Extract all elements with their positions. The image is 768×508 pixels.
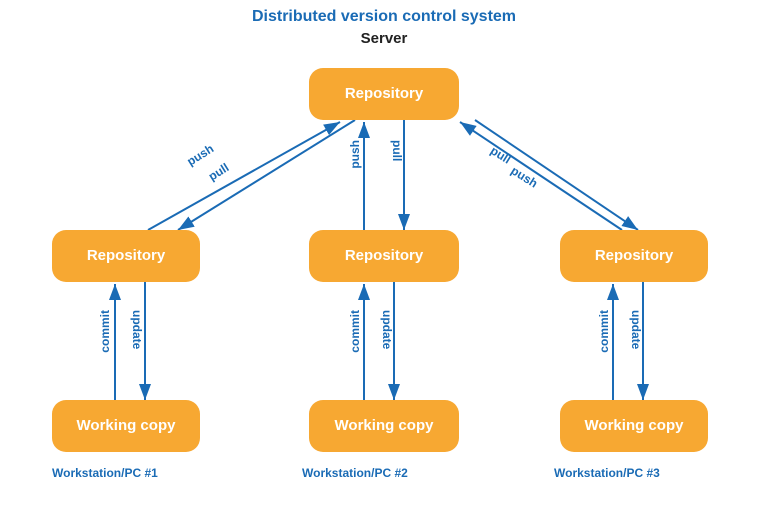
commit-mid-label: commit: [348, 310, 362, 353]
push-left-label: push: [184, 141, 216, 168]
left-repo-node: Repository: [52, 230, 200, 282]
update-mid-label: update: [380, 310, 394, 349]
mid-repo-node: Repository: [309, 230, 459, 282]
commit-right-label: commit: [597, 310, 611, 353]
diagram: Distributed version control system Serve…: [0, 0, 768, 508]
mid-wc-node: Working copy: [309, 400, 459, 452]
push-right-label: push: [508, 163, 540, 190]
ws1-label: Workstation/PC #1: [52, 466, 158, 480]
update-right-label: update: [629, 310, 643, 349]
pull-right-label: pull: [488, 143, 514, 166]
diagram-title: Distributed version control system: [0, 8, 768, 26]
update-left-label: update: [130, 310, 144, 349]
diagram-subtitle: Server: [0, 30, 768, 47]
left-wc-node: Working copy: [52, 400, 200, 452]
server-repo-node: Repository: [309, 68, 459, 120]
commit-left-label: commit: [98, 310, 112, 353]
pull-mid-label: pull: [390, 140, 404, 161]
right-repo-node: Repository: [560, 230, 708, 282]
ws3-label: Workstation/PC #3: [554, 466, 660, 480]
pull-left-label: pull: [206, 160, 232, 183]
right-wc-node: Working copy: [560, 400, 708, 452]
push-mid-label: push: [348, 140, 362, 169]
ws2-label: Workstation/PC #2: [302, 466, 408, 480]
